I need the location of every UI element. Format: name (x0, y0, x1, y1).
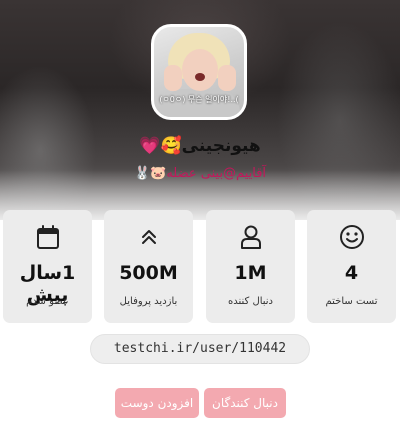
stat-card-tests[interactable]: 4 تست ساختم (307, 210, 396, 323)
profile-url[interactable]: testchi.ir/user/110442 (90, 334, 310, 364)
avatar-face (182, 49, 218, 91)
stat-card-member-since[interactable]: 1سال پیش عضو شدم (3, 210, 92, 323)
stat-card-views[interactable]: 500M بازدید پروفایل (104, 210, 193, 323)
stat-card-followers[interactable]: 1M دنبال کننده (206, 210, 295, 323)
avatar[interactable]: (ㅇ0ㅇ) 무슨 일이야!..( (151, 24, 247, 120)
calendar-icon (37, 225, 59, 249)
avatar-mouth (195, 73, 205, 81)
stat-value: 1M (234, 262, 267, 284)
stat-label: بازدید پروفایل (119, 296, 178, 307)
user-icon (241, 225, 261, 249)
stat-label: تست ساختم (325, 296, 378, 307)
stat-value: 4 (344, 262, 359, 284)
profile-name: هیونجینی🥰💗 (139, 136, 261, 156)
avatar-caption: (ㅇ0ㅇ) 무슨 일이야!..( (159, 95, 239, 104)
avatar-hand (164, 65, 182, 91)
double-chevron-up-icon (142, 230, 156, 244)
stat-value: 500M (119, 262, 178, 284)
followers-button[interactable]: دنبال کنندگان (204, 388, 286, 418)
avatar-hand (218, 65, 236, 91)
stats-cards: 4 تست ساختم 1M دنبال کننده 500M بازدید پ… (0, 210, 400, 325)
stat-label: دنبال کننده (227, 296, 274, 307)
add-friend-button[interactable]: افزودن دوست (115, 388, 199, 418)
smiley-icon (340, 225, 364, 249)
stat-label: عضو شدم (26, 296, 69, 307)
profile-handle: آقاییم@بینی عضله🐷🐰 (133, 166, 267, 181)
